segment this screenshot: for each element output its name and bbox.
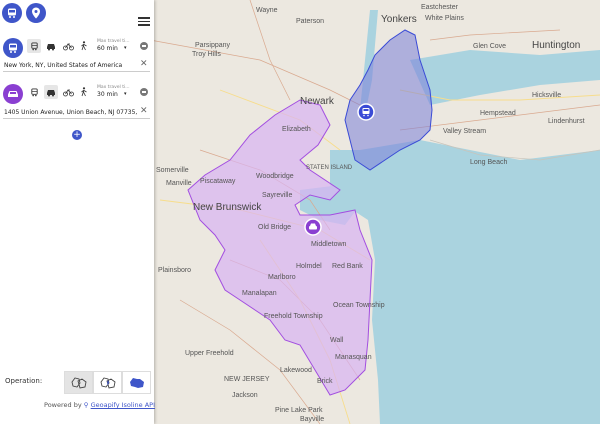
map-label-lakewood: Lakewood: [280, 367, 312, 374]
map-label-plainsboro: Plainsboro: [158, 267, 192, 274]
operation-none-button[interactable]: [64, 371, 93, 394]
travel-time-select[interactable]: 30 min ▾: [97, 91, 129, 99]
shapes-union-icon: [129, 377, 144, 388]
powered-by-footer: Powered by ⚲ Geoapify Isoline API: [44, 401, 155, 409]
address-underline: [3, 118, 150, 119]
map-label-bayville: Bayville: [300, 416, 325, 423]
map-label-freehold: Freehold Township: [264, 313, 323, 320]
operation-label: Operation:: [5, 377, 43, 385]
address-input[interactable]: 1405 Union Avenue, Union Beach, NJ 07735…: [4, 109, 138, 116]
map-label-sayreville: Sayreville: [262, 192, 293, 199]
clear-address-icon[interactable]: ✕: [140, 107, 148, 116]
transit-logo-icon: [2, 3, 22, 23]
map-label-middletown: Middletown: [311, 241, 347, 248]
map-label-pine-lake-park: Pine Lake Park: [275, 407, 323, 414]
map-label-glen-cove: Glen Cove: [473, 43, 507, 50]
address-input[interactable]: New York, NY, United States of America: [4, 62, 138, 69]
map-label-upper-freehold: Upper Freehold: [185, 350, 234, 357]
map-label-new-brunswick: New Brunswick: [193, 202, 262, 213]
map-label-elizabeth: Elizabeth: [282, 126, 311, 133]
map-label-eastchester: Eastchester: [421, 4, 458, 11]
map-label-manasquan: Manasquan: [335, 354, 372, 361]
car-avatar-icon: [3, 84, 23, 104]
clear-address-icon[interactable]: ✕: [140, 60, 148, 69]
geoapify-api-link[interactable]: Geoapify Isoline API: [91, 401, 155, 409]
map-label-wall: Wall: [330, 337, 344, 344]
map-label-woodbridge: Woodbridge: [256, 173, 294, 180]
car-marker: [304, 218, 322, 236]
menu-icon[interactable]: [138, 17, 150, 27]
map-label-troy-hills: Troy Hills: [192, 51, 221, 58]
map-label-yonkers: Yonkers: [381, 14, 417, 25]
travel-time-label: Max travel ti...: [97, 85, 130, 90]
operation-union-button[interactable]: [122, 371, 151, 394]
shapes-outline-icon: [71, 376, 86, 389]
location-logo-icon: [26, 3, 46, 23]
powered-by-text: Powered by: [44, 401, 82, 409]
map-label-marlboro: Marlboro: [268, 274, 296, 281]
map-label-new-jersey: NEW JERSEY: [224, 376, 270, 383]
map-label-wayne: Wayne: [256, 7, 278, 14]
mode-bike-button[interactable]: [61, 39, 75, 53]
map-label-hicksville: Hicksville: [532, 92, 562, 99]
map-label-paterson: Paterson: [296, 18, 325, 25]
travel-time-select[interactable]: 60 min ▾: [97, 45, 129, 53]
map-label-parsippany: Parsippany: [195, 42, 231, 49]
shapes-intersection-icon: [100, 376, 115, 389]
map-label-ocean-township: Ocean Township: [333, 302, 385, 309]
map-label-piscataway: Piscataway: [200, 178, 236, 185]
travel-time-label: Max travel ti...: [97, 39, 130, 44]
map-label-red-bank: Red Bank: [332, 263, 363, 270]
chevron-down-icon: ▾: [124, 91, 127, 97]
map-label-manville: Manville: [166, 180, 192, 187]
map-label-lindenhurst: Lindenhurst: [548, 118, 585, 125]
mode-car-button[interactable]: [44, 39, 58, 53]
mode-walk-button[interactable]: [77, 85, 91, 99]
travel-time-value: 60 min: [97, 45, 118, 52]
chevron-down-icon: ▾: [124, 45, 127, 51]
map-label-hempstead: Hempstead: [480, 110, 516, 117]
map-label-long-beach: Long Beach: [470, 159, 508, 166]
address-underline: [3, 71, 150, 72]
map-label-brick: Brick: [317, 378, 333, 385]
mode-transit-button[interactable]: [27, 39, 41, 53]
remove-row-button[interactable]: [140, 88, 148, 96]
travel-time-value: 30 min: [97, 91, 118, 98]
map-label-staten-island: STATEN ISLAND: [306, 165, 353, 171]
map-label-valley-stream: Valley Stream: [443, 128, 487, 135]
mode-bike-button[interactable]: [61, 85, 75, 99]
transit-avatar-icon: [3, 38, 23, 58]
map-label-somerville: Somerville: [156, 167, 189, 174]
map-label-holmdel: Holmdel: [296, 263, 322, 270]
map-label-old-bridge: Old Bridge: [258, 224, 292, 231]
map-label-newark: Newark: [300, 96, 334, 107]
map-label-jackson: Jackson: [232, 392, 258, 399]
map-label-manalapan: Manalapan: [242, 290, 277, 297]
remove-row-button[interactable]: [140, 42, 148, 50]
add-isoline-button[interactable]: +: [72, 130, 82, 140]
mode-transit-button[interactable]: [27, 85, 41, 99]
geoapify-pin-icon: ⚲: [83, 401, 89, 409]
isoline-panel: Max travel ti... 60 min ▾ New York, NY, …: [0, 0, 155, 424]
mode-walk-button[interactable]: [77, 39, 91, 53]
map-label-huntington: Huntington: [532, 40, 581, 51]
map-label-white-plains: White Plains: [425, 15, 464, 22]
operation-intersection-button[interactable]: [93, 371, 122, 394]
transit-marker: [357, 103, 375, 121]
mode-car-button[interactable]: [44, 85, 58, 99]
